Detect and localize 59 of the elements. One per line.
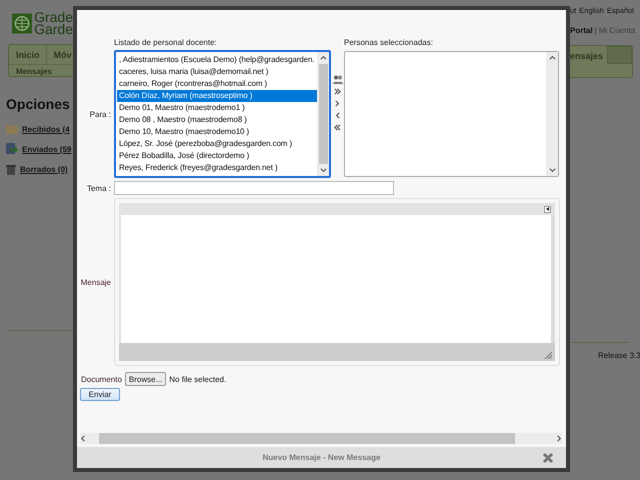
dialog-title: Nuevo Mensaje - New Message <box>262 453 382 462</box>
logo-text: Grade <box>34 11 73 23</box>
chevron-up-icon <box>548 54 556 61</box>
message-input[interactable] <box>119 215 555 343</box>
list-item[interactable]: Demo 10, Maestro (maestrodemo10 ) <box>117 126 317 138</box>
list-item[interactable]: Demo 08 , Maestro (maestrodemo8 ) <box>117 114 317 126</box>
folder-link[interactable]: Recibidos (4 <box>22 124 70 134</box>
list-label: Listado de personal docente: <box>114 38 218 47</box>
globe-logo-icon <box>12 12 32 34</box>
transfer-button[interactable] <box>332 86 344 97</box>
browse-button[interactable]: Browse... <box>124 372 166 386</box>
separator: | <box>594 26 597 35</box>
chevron-down-icon <box>548 167 556 174</box>
list-item[interactable]: López, Sr. José (perezboba@gradesgarden.com ) <box>117 138 317 150</box>
chevron-left-icon <box>334 112 341 119</box>
account-link[interactable]: Mi Cuenta <box>598 26 636 35</box>
list-item[interactable]: , Adiestramientos (Escuela Demo) (help@gradesgarden. <box>117 54 317 66</box>
collapse-button[interactable] <box>544 206 551 212</box>
trash-icon <box>6 164 16 175</box>
transfer-button[interactable] <box>332 74 344 85</box>
field-label: Documento <box>81 374 122 384</box>
chevron-right-icon <box>555 435 562 442</box>
field-label: Tema : <box>86 184 112 192</box>
scrollbar[interactable] <box>80 433 562 444</box>
nav-tab[interactable]: Inicio <box>9 45 47 64</box>
page-heading: Opciones <box>6 96 71 112</box>
logo-text: Garde <box>34 23 73 35</box>
list-label: Personas seleccionadas: <box>344 38 434 47</box>
people-icon <box>332 75 342 84</box>
list-item[interactable]: Pérez Bobadilla, José (directordemo ) <box>117 150 317 162</box>
chevron-up-icon <box>320 54 326 61</box>
file-status: No file selected. <box>169 374 226 384</box>
chevron-right-icon <box>334 100 341 107</box>
chevron-down-icon <box>320 167 326 174</box>
scrollbar[interactable] <box>317 52 329 176</box>
close-icon[interactable] <box>542 452 554 464</box>
double-chevron-right-icon <box>334 88 341 95</box>
folder-link[interactable]: Enviados (59 <box>22 144 72 154</box>
list-item[interactable]: Demo 01, Maestro (maestrodemo1 ) <box>117 102 317 114</box>
folder-icon <box>6 124 18 134</box>
staff-listbox[interactable] <box>114 50 331 178</box>
send-button[interactable]: Enviar <box>80 388 120 401</box>
nav-tab[interactable]: ensajes <box>570 46 607 77</box>
subject-input[interactable] <box>114 181 394 195</box>
field-label: Para : <box>88 110 112 118</box>
double-chevron-left-icon <box>334 124 341 131</box>
portal-link[interactable]: Portal <box>570 26 593 35</box>
list-item[interactable]: Colón Díaz, Myriam (maestroseptimo ) <box>117 90 317 102</box>
transfer-button[interactable] <box>332 122 344 133</box>
list-item[interactable]: carneiro, Roger (rcontreras@hotmail.com ) <box>117 78 317 90</box>
list-item[interactable]: Reyes, Frederick (freyes@gradesgarden.net ) <box>117 162 317 174</box>
chevron-left-icon <box>80 435 87 442</box>
list-item[interactable]: caceres, luisa maria (luisa@demomail.net ) <box>117 66 317 78</box>
subnav-tab[interactable]: Mensajes <box>9 65 73 76</box>
scrollbar[interactable] <box>546 52 558 176</box>
field-label: Mensaje <box>80 278 112 286</box>
folder-link[interactable]: Borrados (0) <box>20 165 68 174</box>
resize-grip-icon[interactable] <box>544 351 552 359</box>
release-label: Release 3.3 <box>598 351 640 360</box>
